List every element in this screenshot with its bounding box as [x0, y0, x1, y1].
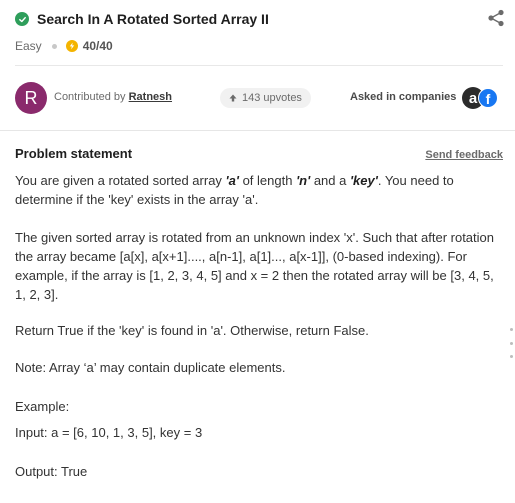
- handle-dot: [510, 328, 513, 331]
- statement-paragraph-1: You are given a rotated sorted array 'a'…: [15, 171, 485, 209]
- example-output: Output: True: [15, 464, 88, 479]
- divider: [15, 65, 503, 66]
- contributor-row: R Contributed by Ratnesh 143 upvotes Ask…: [15, 82, 503, 114]
- example-input: Input: a = [6, 10, 1, 3, 5], key = 3: [15, 425, 203, 440]
- header-divider: [0, 130, 515, 131]
- statement-title: Problem statement: [15, 146, 133, 161]
- share-icon[interactable]: [487, 9, 505, 27]
- array-var: 'a': [225, 173, 239, 188]
- companies-label: Asked in companies: [350, 91, 457, 103]
- send-feedback-link[interactable]: Send feedback: [425, 149, 503, 161]
- handle-dot: [510, 341, 513, 345]
- separator-dot: [51, 43, 57, 49]
- upvote-button[interactable]: 143 upvotes: [220, 88, 311, 108]
- arrow-up-icon: [229, 94, 237, 102]
- problem-statement-header: Problem statement Send feedback: [15, 146, 503, 162]
- contributor-name-link[interactable]: Ratnesh: [129, 91, 172, 103]
- statement-note: Note: Array ‘a’ may contain duplicate el…: [15, 360, 286, 375]
- title-row: Search In A Rotated Sorted Array II: [15, 9, 505, 29]
- text: You are given a rotated sorted array: [15, 173, 226, 188]
- company-logo-facebook[interactable]: f: [478, 88, 498, 108]
- handle-dot: [510, 355, 513, 358]
- contributed-by-label: Contributed by: [54, 91, 126, 103]
- check-circle-icon: [15, 12, 29, 26]
- upvote-count: 143 upvotes: [242, 92, 302, 104]
- key-var: 'key': [349, 173, 378, 188]
- statement-paragraph-3: Return True if the 'key' is found in 'a'…: [15, 323, 369, 338]
- score-value: 40/40: [82, 39, 113, 53]
- problem-title: Search In A Rotated Sorted Array II: [37, 11, 269, 27]
- meta-row: Easy 40/40: [15, 39, 113, 53]
- text: and a: [310, 173, 350, 188]
- contributed-by: Contributed by Ratnesh: [54, 91, 172, 103]
- avatar: R: [15, 82, 47, 114]
- problem-header: Search In A Rotated Sorted Array II Easy…: [0, 0, 515, 130]
- resize-handle[interactable]: [510, 328, 514, 358]
- length-var: 'n': [296, 173, 311, 188]
- statement-paragraph-2: The given sorted array is rotated from a…: [15, 230, 494, 302]
- bolt-icon: [65, 40, 78, 52]
- text: of length: [238, 173, 297, 188]
- difficulty-label: Easy: [15, 39, 42, 53]
- example-label: Example:: [15, 399, 70, 414]
